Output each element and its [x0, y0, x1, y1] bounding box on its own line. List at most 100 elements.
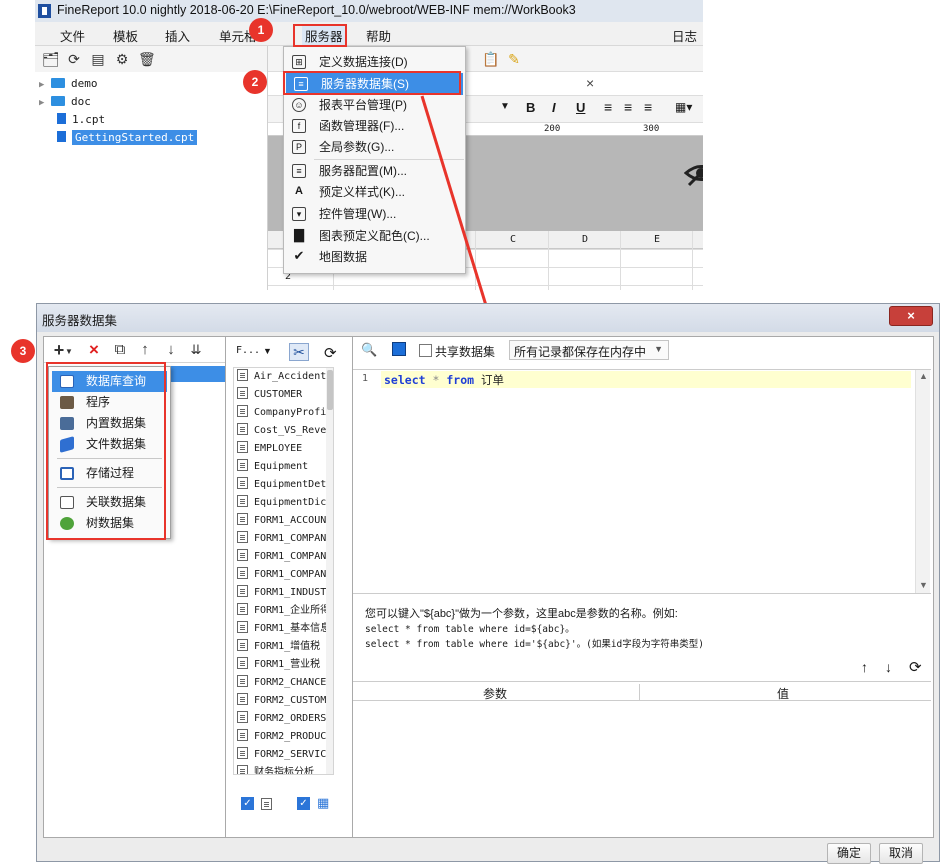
table-item[interactable]: FORM2_CHANCE	[237, 674, 333, 692]
connection-dropdown-icon[interactable]: ▼	[263, 346, 272, 356]
menu-log[interactable]: 日志	[672, 26, 697, 45]
show-views-checkbox[interactable]: ✓	[297, 797, 310, 810]
align-left-icon[interactable]: ≡	[604, 99, 612, 115]
table-item[interactable]: FORM1_基本信息	[237, 620, 333, 638]
table-icon	[237, 675, 248, 687]
tree-item[interactable]: 1.cpt	[57, 111, 105, 129]
menu-insert[interactable]: 插入	[165, 26, 190, 45]
step-marker-1: 1	[249, 18, 273, 42]
table-item[interactable]: FORM1_营业税	[237, 656, 333, 674]
border-icon[interactable]: ▦▾	[675, 100, 692, 114]
map-icon: ✔	[293, 248, 305, 263]
table-item[interactable]: FORM1_COMPANY2	[237, 566, 333, 584]
table-icon	[237, 423, 248, 435]
table-icon	[237, 693, 248, 705]
add-dropdown-icon[interactable]: ▼	[65, 344, 73, 360]
refresh-tables-icon[interactable]: ⟳	[324, 344, 337, 362]
table-icon	[237, 531, 248, 543]
connection-settings-icon[interactable]: ✂	[289, 343, 309, 361]
table-item[interactable]: Air_Accidents	[237, 368, 333, 386]
show-tables-checkbox[interactable]: ✓	[241, 797, 254, 810]
expand-arrow-icon[interactable]: ▶	[39, 94, 51, 112]
move-down-icon[interactable]: ↓	[163, 342, 179, 358]
table-icon	[237, 513, 248, 525]
paste-icon[interactable]: 📋	[482, 51, 499, 67]
tree-item[interactable]: ▶ demo	[39, 75, 98, 93]
report-file-icon	[57, 113, 66, 124]
sql-toolbar: 🔍 共享数据集 所有记录都保存在内存中 ▼	[353, 337, 933, 363]
widget-icon: ▾	[292, 207, 306, 221]
table-item[interactable]: 财务指标分析	[237, 764, 333, 774]
align-center-icon[interactable]: ≡	[624, 99, 632, 115]
ruler-label: 200	[544, 124, 561, 134]
column-header[interactable]: C	[510, 234, 516, 245]
share-dataset-checkbox[interactable]	[419, 344, 432, 357]
bold-icon[interactable]: B	[526, 100, 535, 115]
table-item[interactable]: EquipmentDict	[237, 494, 333, 512]
column-header[interactable]: E	[654, 234, 660, 245]
table-item[interactable]: CompanyProfits	[237, 404, 333, 422]
table-item[interactable]: FORM1_INDUSTRY	[237, 584, 333, 602]
save-icon[interactable]	[392, 342, 406, 356]
preview-icon[interactable]: 🔍	[361, 342, 377, 358]
menu-item-define-connection[interactable]: ⊞ 定义数据连接(D)	[284, 51, 465, 73]
dialog-close-button[interactable]: ×	[889, 306, 933, 326]
table-item[interactable]: EquipmentDetail	[237, 476, 333, 494]
table-item[interactable]: FORM1_增值税	[237, 638, 333, 656]
ruler-label: 300	[643, 124, 660, 134]
menu-template[interactable]: 模板	[113, 26, 138, 45]
table-item[interactable]: FORM2_PRODUCT	[237, 728, 333, 746]
list-view-icon[interactable]: ▤	[90, 51, 106, 67]
tree-item-selected[interactable]: GettingStarted.cpt	[57, 129, 198, 147]
column-header[interactable]: D	[582, 234, 588, 245]
sql-scrollbar[interactable]: ▲ ▼	[915, 370, 930, 594]
user-icon: ☺	[292, 98, 306, 112]
hidden-eye-icon[interactable]	[684, 158, 703, 188]
table-item[interactable]: FORM1_企业所得	[237, 602, 333, 620]
table-item[interactable]: FORM1_COMPANY	[237, 530, 333, 548]
underline-icon[interactable]: U	[576, 100, 585, 115]
param-move-down-icon[interactable]: ↓	[885, 659, 892, 675]
sort-icon[interactable]: ⇊	[188, 342, 204, 358]
table-item[interactable]: EMPLOYEE	[237, 440, 333, 458]
table-item[interactable]: FORM2_SERVICE	[237, 746, 333, 764]
file-tree: ▶ demo ▶ doc 1.cpt GettingStarted.cpt	[35, 72, 267, 290]
move-up-icon[interactable]: ↑	[137, 342, 153, 358]
menu-file[interactable]: 文件	[60, 26, 85, 45]
table-item[interactable]: FORM1_ACCOUNT1	[237, 512, 333, 530]
table-icon	[237, 567, 248, 579]
param-refresh-icon[interactable]: ⟳	[909, 658, 922, 676]
table-icon	[237, 405, 248, 417]
connection-select[interactable]: F...	[236, 345, 266, 356]
table-item[interactable]: Cost_VS_Revenue	[237, 422, 333, 440]
table-item[interactable]: FORM1_COMPANY1	[237, 548, 333, 566]
param-move-up-icon[interactable]: ↑	[861, 659, 868, 675]
ok-button[interactable]: 确定	[827, 843, 871, 864]
align-right-icon[interactable]: ≡	[644, 99, 652, 115]
sql-editor[interactable]: 1 select * from 订单 ▲ ▼	[353, 369, 931, 594]
close-tab-icon[interactable]: ×	[586, 75, 594, 91]
style-icon: A	[295, 185, 303, 197]
format-brush-icon[interactable]: ✎	[506, 51, 522, 67]
cancel-button[interactable]: 取消	[879, 843, 923, 864]
table-icon	[261, 798, 272, 810]
server-config-icon: ≡	[292, 164, 306, 178]
table-list-scrollbar[interactable]	[326, 368, 333, 774]
refresh-icon[interactable]: ⟳	[66, 51, 82, 67]
delete-icon[interactable]: 🗑	[138, 51, 156, 67]
tree-item[interactable]: ▶ doc	[39, 93, 91, 111]
menu-help[interactable]: 帮助	[366, 26, 391, 45]
italic-icon[interactable]: I	[552, 100, 556, 115]
open-folder-icon[interactable]: 🗂	[42, 51, 60, 67]
folder-icon	[51, 96, 65, 106]
table-item[interactable]: CUSTOMER	[237, 386, 333, 404]
table-icon	[237, 621, 248, 633]
copy-icon[interactable]: ⧉	[112, 342, 128, 358]
expand-arrow-icon[interactable]: ▶	[39, 76, 51, 94]
delete-icon[interactable]: ×	[86, 341, 102, 358]
table-item[interactable]: FORM2_CUSTOMER	[237, 692, 333, 710]
storage-select[interactable]: 所有记录都保存在内存中 ▼	[509, 340, 669, 360]
table-item[interactable]: FORM2_ORDERS	[237, 710, 333, 728]
table-item[interactable]: Equipment	[237, 458, 333, 476]
settings-icon[interactable]: ⚙	[114, 51, 130, 67]
